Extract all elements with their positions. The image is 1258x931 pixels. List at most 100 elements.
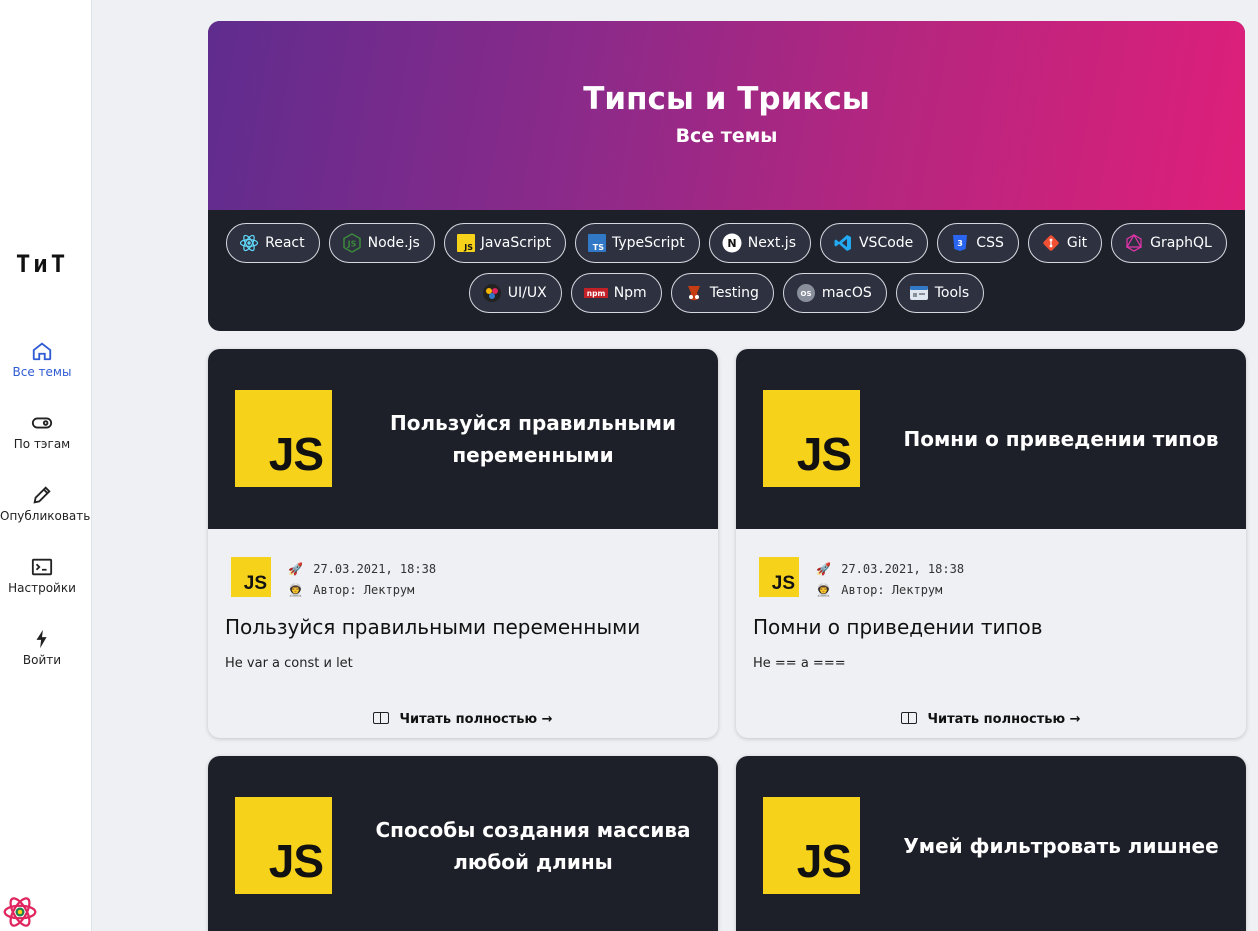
cover-title: Помни о приведении типов — [903, 427, 1219, 451]
lightning-icon — [36, 629, 47, 649]
book-icon — [901, 712, 918, 724]
tag-label: Node.js — [367, 235, 420, 251]
tag-nodejs[interactable]: JS Node.js — [328, 223, 435, 263]
svg-text:JS: JS — [346, 240, 356, 249]
react-logo-icon — [3, 897, 37, 927]
tag-testing[interactable]: Testing — [670, 273, 774, 313]
tag-label: UI/UX — [507, 285, 547, 301]
astronaut-icon: 👨‍🚀 — [288, 583, 303, 597]
cover-title: Способы создания массива любой длины — [375, 818, 691, 874]
sidebar-item-label: Войти — [22, 653, 62, 667]
tag-tools[interactable]: Tools — [895, 273, 985, 313]
tools-icon — [909, 283, 929, 303]
uiux-icon — [482, 283, 502, 303]
read-more-link[interactable]: Читать полностью → — [736, 712, 1246, 727]
post-title[interactable]: Помни о приведении типов — [753, 615, 1043, 639]
card-cover: JS Умей фильтровать лишнее — [736, 756, 1246, 931]
sidebar-item-all-topics[interactable]: Все темы — [0, 340, 84, 379]
tag-javascript[interactable]: JS JavaScript — [443, 223, 566, 263]
sidebar-item-label: Опубликовать — [0, 509, 91, 523]
sidebar: ТиТ Все темы По тэгам Опубликовать Настр… — [0, 0, 92, 931]
site-logo[interactable]: ТиТ — [0, 250, 84, 278]
git-icon — [1041, 233, 1061, 253]
macos-icon: OS — [796, 283, 816, 303]
tag-label: Tools — [934, 285, 970, 301]
react-icon — [239, 233, 259, 253]
pencil-icon — [33, 486, 51, 504]
svg-text:JS: JS — [463, 243, 473, 252]
read-more-link[interactable]: Читать полностью → — [208, 712, 718, 727]
tag-label: TypeScript — [611, 235, 685, 251]
post-card[interactable]: JS Пользуйся правильными переменными JS … — [208, 349, 718, 738]
post-meta: 🚀 27.03.2021, 18:38 👨‍🚀 Автор: Лектрум — [288, 559, 436, 601]
tag-label: VSCode — [858, 235, 914, 251]
post-excerpt: Не == а === — [753, 656, 846, 671]
tag-list: React JS Node.js JS JavaScript TS TypeSc… — [208, 210, 1245, 313]
tag-label: JavaScript — [480, 235, 551, 251]
page-subtitle: Все темы — [675, 125, 778, 147]
post-card[interactable]: JS Помни о приведении типов JS 🚀 27.03.2… — [736, 349, 1246, 738]
post-excerpt: Не var а const и let — [225, 656, 353, 671]
tag-css[interactable]: 3 CSS — [937, 223, 1019, 263]
nodejs-icon: JS — [342, 233, 362, 253]
npm-icon: npm — [583, 283, 608, 303]
cover-title: Умей фильтровать лишнее — [903, 834, 1219, 858]
page-title: Типсы и Триксы — [583, 81, 870, 117]
nextjs-icon: N — [722, 233, 742, 253]
cover-title: Пользуйся правильными переменными — [390, 411, 676, 467]
post-title[interactable]: Пользуйся правильными переменными — [225, 615, 640, 639]
post-author: Автор: Лектрум — [841, 583, 943, 597]
tag-icon — [31, 417, 53, 429]
javascript-icon: JS — [456, 234, 475, 252]
tag-label: Git — [1066, 235, 1088, 251]
terminal-icon — [31, 558, 53, 576]
javascript-logo-icon: JS — [763, 390, 860, 487]
javascript-avatar-icon: JS — [231, 557, 271, 597]
javascript-avatar-icon: JS — [759, 557, 799, 597]
tag-graphql[interactable]: GraphQL — [1111, 223, 1227, 263]
tag-vscode[interactable]: VSCode — [819, 223, 929, 263]
graphql-icon — [1124, 233, 1144, 253]
tag-label: React — [265, 235, 305, 251]
tag-nextjs[interactable]: N Next.js — [708, 223, 811, 263]
tag-label: Npm — [613, 285, 647, 301]
tag-label: CSS — [976, 235, 1004, 251]
post-author: Автор: Лектрум — [313, 583, 415, 597]
tag-label: macOS — [821, 285, 872, 301]
card-cover: JS Пользуйся правильными переменными — [208, 349, 718, 529]
post-card[interactable]: JS Способы создания массива любой длины — [208, 756, 718, 931]
card-body: JS 🚀 27.03.2021, 18:38 👨‍🚀 Автор: Лектру… — [736, 529, 1246, 738]
sidebar-item-publish[interactable]: Опубликовать — [0, 484, 90, 523]
hero-header: Типсы и Триксы Все темы — [208, 21, 1245, 210]
javascript-logo-icon: JS — [235, 390, 332, 487]
home-icon — [32, 342, 52, 361]
javascript-logo-icon: JS — [235, 797, 332, 894]
book-icon — [373, 712, 390, 724]
sidebar-item-settings[interactable]: Настройки — [0, 556, 84, 595]
tag-git[interactable]: Git — [1027, 223, 1103, 263]
tag-typescript[interactable]: TS TypeScript — [574, 223, 700, 263]
typescript-icon: TS — [587, 234, 606, 252]
post-card[interactable]: JS Умей фильтровать лишнее — [736, 756, 1246, 931]
svg-text:N: N — [727, 237, 736, 250]
post-date: 27.03.2021, 18:38 — [841, 562, 965, 576]
post-meta: 🚀 27.03.2021, 18:38 👨‍🚀 Автор: Лектрум — [816, 559, 964, 601]
testing-icon — [684, 283, 704, 303]
card-body: JS 🚀 27.03.2021, 18:38 👨‍🚀 Автор: Лектру… — [208, 529, 718, 738]
tag-uiux[interactable]: UI/UX — [468, 273, 562, 313]
rocket-icon: 🚀 — [816, 562, 831, 576]
tag-react[interactable]: React — [226, 223, 320, 263]
javascript-logo-icon: JS — [763, 797, 860, 894]
tag-label: GraphQL — [1150, 235, 1212, 251]
tag-macos[interactable]: OS macOS — [782, 273, 887, 313]
svg-text:npm: npm — [586, 289, 605, 298]
hero-banner: Типсы и Триксы Все темы React JS Node.js… — [208, 21, 1245, 331]
sidebar-item-login[interactable]: Войти — [0, 628, 84, 667]
tag-label: Testing — [709, 285, 759, 301]
tag-npm[interactable]: npm Npm — [570, 273, 662, 313]
sidebar-item-label: Настройки — [8, 581, 76, 595]
rocket-icon: 🚀 — [288, 562, 303, 576]
card-cover: JS Способы создания массива любой длины — [208, 756, 718, 931]
sidebar-item-by-tags[interactable]: По тэгам — [0, 412, 84, 451]
css-icon: 3 — [950, 233, 970, 253]
